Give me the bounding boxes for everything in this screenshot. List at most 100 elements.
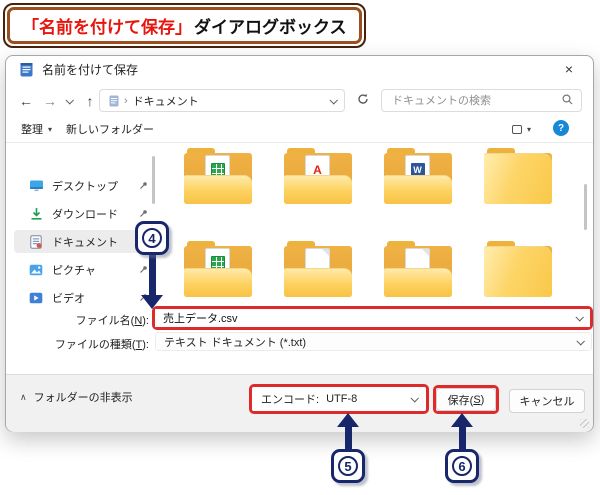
breadcrumb-separator: › xyxy=(124,94,128,107)
annotation-banner: 「名前を付けて保存」 ダイアログボックス xyxy=(3,3,366,48)
address-bar[interactable]: › ドキュメント xyxy=(99,89,345,112)
pictures-icon xyxy=(28,262,44,278)
sidebar-item-pictures[interactable]: ピクチャ xyxy=(14,258,154,281)
view-options-button[interactable]: ▾ xyxy=(512,118,531,140)
callout-arrow xyxy=(149,253,156,296)
sidebar-item-label: ドキュメント xyxy=(52,236,118,249)
hide-folders-label: フォルダーの非表示 xyxy=(33,392,133,404)
chevron-down-icon[interactable] xyxy=(576,336,585,346)
pdf-file-icon: A xyxy=(313,162,322,177)
callout-number: 5 xyxy=(338,456,358,476)
new-folder-label: 新しいフォルダー xyxy=(66,124,154,136)
annotation-box-encoding: エンコード: UTF-8 xyxy=(249,384,429,414)
sidebar-item-label: デスクトップ xyxy=(52,180,118,193)
callout-step-5: 5 xyxy=(331,449,365,483)
callout-step-6: 6 xyxy=(445,449,479,483)
cancel-label: キャンセル xyxy=(519,396,575,408)
organize-button[interactable]: 整理 ▾ xyxy=(21,118,52,140)
pin-icon xyxy=(139,209,148,218)
chevron-down-icon[interactable] xyxy=(410,394,419,403)
banner-title-highlight: 「名前を付けて保存」 xyxy=(22,18,192,37)
folder-item[interactable] xyxy=(484,148,552,204)
folder-item[interactable]: A xyxy=(284,148,352,204)
folder-item[interactable] xyxy=(284,241,352,297)
file-name-label: ファイル名(N): xyxy=(75,315,149,327)
help-button[interactable]: ? xyxy=(553,120,569,136)
view-icon xyxy=(512,124,522,134)
save-as-dialog: 名前を付けて保存 × ← → ↑ › ドキュメント ドキュメントの検索 整理 ▾… xyxy=(5,55,594,432)
sidebar-item-label: ダウンロード xyxy=(52,208,118,221)
breadcrumb-location[interactable]: ドキュメント xyxy=(133,93,199,109)
documents-icon xyxy=(28,234,44,250)
sidebar-item-documents[interactable]: ドキュメント xyxy=(14,230,154,253)
up-icon: ↑ xyxy=(86,92,94,109)
refresh-button[interactable] xyxy=(351,89,375,112)
file-type-value: テキスト ドキュメント (*.txt) xyxy=(164,336,307,349)
videos-icon xyxy=(28,290,44,306)
address-dropdown-icon[interactable] xyxy=(329,95,338,105)
title-bar: 名前を付けて保存 × xyxy=(6,56,593,82)
up-button[interactable]: ↑ xyxy=(80,89,100,112)
back-button[interactable]: ← xyxy=(16,89,36,112)
annotation-box-save: 保存(S) xyxy=(433,385,499,414)
encoding-label: エンコード: xyxy=(261,394,320,406)
folder-item[interactable] xyxy=(484,241,552,297)
file-name-value: 売上データ.csv xyxy=(163,313,238,325)
search-input[interactable] xyxy=(390,93,562,108)
screenshot: 「名前を付けて保存」 ダイアログボックス 名前を付けて保存 × ← → ↑ › ド… xyxy=(0,0,600,495)
annotation-box-filename: 売上データ.csv xyxy=(152,306,593,330)
resize-grip[interactable] xyxy=(580,419,589,428)
folder-item[interactable] xyxy=(184,241,252,297)
callout-number: 6 xyxy=(452,456,472,476)
file-type-label: ファイルの種類(T): xyxy=(54,339,149,351)
sidebar-item-label: ビデオ xyxy=(52,292,85,305)
download-icon xyxy=(28,206,44,222)
callout-arrow-head xyxy=(141,295,163,309)
save-button[interactable]: 保存(S) xyxy=(436,388,496,411)
file-type-select[interactable]: テキスト ドキュメント (*.txt) xyxy=(155,332,592,351)
dialog-title: 名前を付けて保存 xyxy=(42,62,139,77)
content-scrollbar[interactable] xyxy=(584,184,587,230)
file-name-input[interactable]: 売上データ.csv xyxy=(155,309,590,327)
chevron-down-icon xyxy=(65,95,74,105)
caret-down-icon: ▾ xyxy=(48,124,53,134)
search-box xyxy=(381,89,582,112)
pin-icon xyxy=(139,181,148,190)
sidebar-item-downloads[interactable]: ダウンロード xyxy=(14,202,154,225)
search-icon xyxy=(562,92,573,110)
forward-button[interactable]: → xyxy=(40,89,60,112)
sidebar-scrollbar[interactable] xyxy=(152,156,155,204)
document-icon xyxy=(108,94,119,107)
folder-item[interactable] xyxy=(184,148,252,204)
close-button[interactable]: × xyxy=(553,58,585,80)
toolbar-divider xyxy=(6,142,593,143)
encoding-select[interactable]: エンコード: UTF-8 xyxy=(252,387,426,411)
new-folder-button[interactable]: 新しいフォルダー xyxy=(66,118,154,140)
refresh-icon xyxy=(357,92,369,110)
desktop-icon xyxy=(28,178,44,194)
chevron-down-icon[interactable] xyxy=(575,313,584,322)
sidebar-item-desktop[interactable]: デスクトップ xyxy=(14,174,154,197)
back-icon: ← xyxy=(19,92,33,109)
forward-icon: → xyxy=(43,92,57,109)
folder-item[interactable] xyxy=(384,241,452,297)
banner-title-rest: ダイアログボックス xyxy=(194,18,347,37)
dialog-footer: ∧ フォルダーの非表示 エンコード: UTF-8 保存(S) キャンセル xyxy=(6,374,593,432)
callout-step-4: 4 xyxy=(135,221,169,255)
help-icon: ? xyxy=(557,122,565,134)
encoding-value: UTF-8 xyxy=(326,393,358,405)
chevron-up-icon: ∧ xyxy=(20,391,27,402)
cancel-button[interactable]: キャンセル xyxy=(509,389,585,413)
pin-icon xyxy=(139,265,148,274)
folder-item[interactable]: W xyxy=(384,148,452,204)
callout-arrow xyxy=(459,425,466,451)
caret-down-icon: ▾ xyxy=(527,124,532,134)
sidebar-item-videos[interactable]: ビデオ xyxy=(14,286,154,309)
callout-arrow xyxy=(345,425,352,451)
callout-number: 4 xyxy=(142,228,162,248)
notepad-icon xyxy=(18,61,34,77)
recent-locations-button[interactable] xyxy=(62,89,76,112)
hide-folders-button[interactable]: ∧ フォルダーの非表示 xyxy=(20,389,133,405)
organize-label: 整理 xyxy=(21,124,43,136)
close-icon: × xyxy=(564,61,574,77)
